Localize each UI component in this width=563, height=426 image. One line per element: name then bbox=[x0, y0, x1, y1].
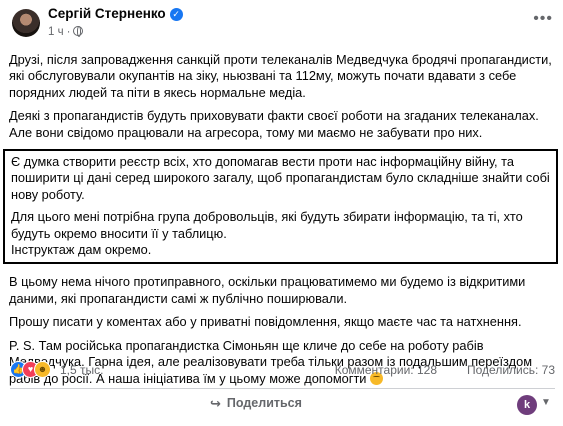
post-meta: 1 ч · bbox=[48, 26, 84, 38]
author-avatar[interactable] bbox=[12, 9, 40, 37]
profile-selector[interactable]: k ▼ bbox=[517, 395, 553, 415]
post-paragraph-3: В цьому нема нічого протиправного, оскіл… bbox=[9, 274, 526, 306]
post-actions: ↪ Поделиться k ▼ bbox=[10, 392, 555, 420]
post-paragraph-4: Прошу писати у коментах або у приватні п… bbox=[9, 314, 522, 330]
chevron-down-icon: ▼ bbox=[541, 397, 551, 408]
post-paragraph-1: Друзі, після запровадження санкцій проти… bbox=[9, 52, 552, 100]
boxed-paragraph-1: Є думка створити реєстр всіх, хто допома… bbox=[11, 154, 550, 202]
highlight-box: Є думка створити реєстр всіх, хто допома… bbox=[3, 149, 558, 265]
post-body: Друзі, після запровадження санкцій проти… bbox=[3, 52, 558, 394]
reactions-bar: 👍 ♥ ☻ 1,5 тыс. Комментарии: 128 Поделили… bbox=[10, 361, 555, 381]
meta-separator: · bbox=[66, 26, 71, 38]
boxed-paragraph-2: Для цього мені потрібна група добровольц… bbox=[11, 209, 523, 258]
share-arrow-icon: ↪ bbox=[210, 396, 221, 411]
shares-count[interactable]: Поделились: 73 bbox=[467, 363, 555, 377]
post-header: Сергій Стерненко ✓ 1 ч · ••• bbox=[0, 0, 563, 48]
actions-divider bbox=[10, 388, 555, 389]
author-name-text[interactable]: Сергій Стерненко bbox=[48, 6, 166, 21]
profile-avatar: k bbox=[517, 395, 537, 415]
globe-icon bbox=[73, 26, 84, 37]
share-button[interactable]: ↪ Поделиться bbox=[210, 396, 302, 412]
share-label: Поделиться bbox=[226, 396, 302, 410]
reactions-count[interactable]: 1,5 тыс. bbox=[60, 363, 103, 377]
haha-icon: ☻ bbox=[34, 361, 51, 378]
more-options-icon[interactable]: ••• bbox=[533, 10, 553, 28]
comments-count[interactable]: Комментарии: 128 bbox=[335, 363, 437, 377]
verified-badge-icon: ✓ bbox=[169, 8, 183, 21]
post-paragraph-2: Деякі з пропагандистів будуть приховуват… bbox=[9, 108, 539, 140]
author-name[interactable]: Сергій Стерненко ✓ bbox=[48, 6, 183, 21]
post-time[interactable]: 1 ч bbox=[48, 26, 64, 38]
